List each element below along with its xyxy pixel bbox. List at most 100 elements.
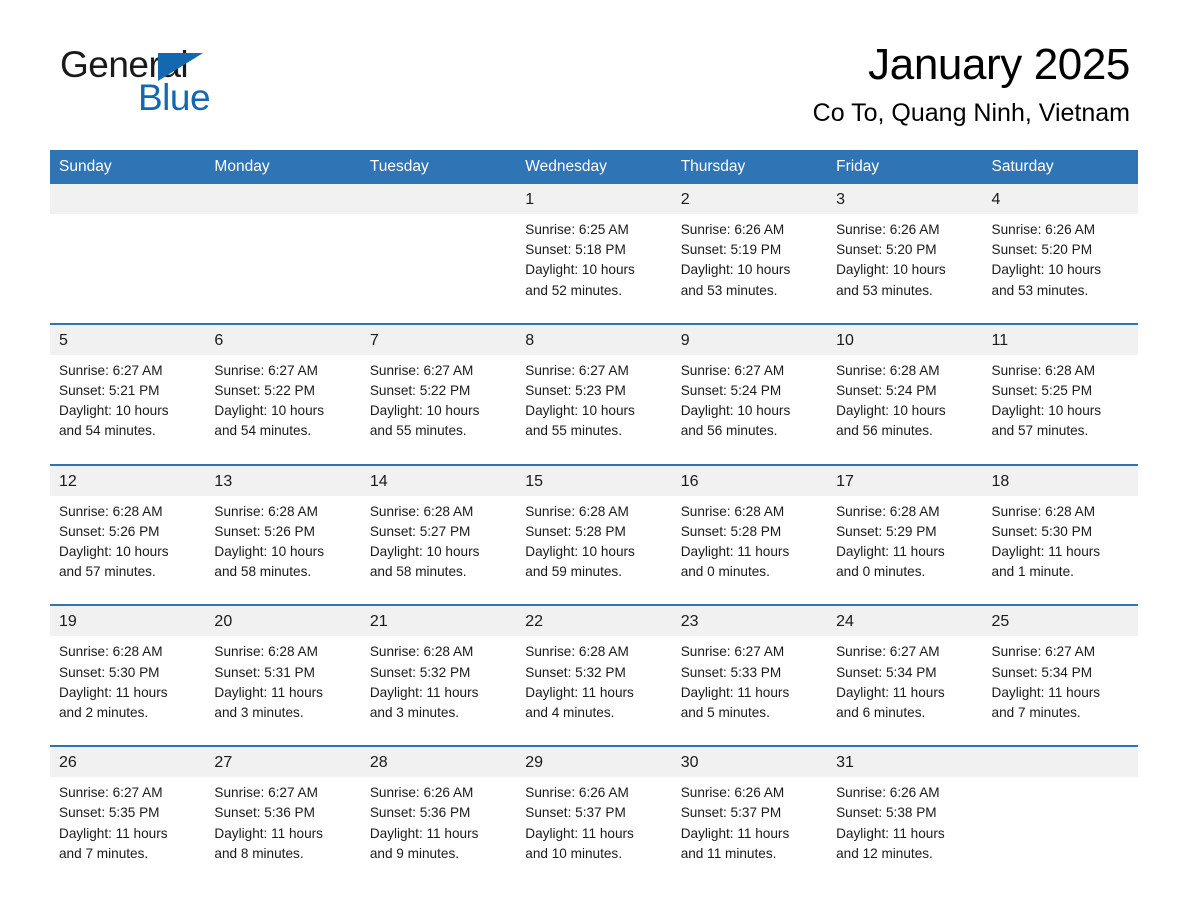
day-cell: Sunrise: 6:28 AM Sunset: 5:31 PM Dayligh… <box>205 636 361 747</box>
day-cell: Sunrise: 6:28 AM Sunset: 5:30 PM Dayligh… <box>50 636 206 747</box>
daylight-text-line1: Daylight: 11 hours <box>369 684 479 700</box>
daylight-text-line2: and 55 minutes. <box>369 423 467 439</box>
weekday-header-wednesday: Wednesday <box>516 150 672 184</box>
daylight-text-line2: and 58 minutes. <box>369 564 467 580</box>
day-number[interactable]: 5 <box>50 322 206 355</box>
day-cell: Sunrise: 6:26 AM Sunset: 5:37 PM Dayligh… <box>516 777 672 887</box>
day-cell: Sunrise: 6:28 AM Sunset: 5:26 PM Dayligh… <box>205 495 361 606</box>
day-number[interactable]: 16 <box>671 463 828 496</box>
day-cell: Sunrise: 6:27 AM Sunset: 5:36 PM Dayligh… <box>205 777 361 887</box>
sunrise-text: Sunrise: 6:28 AM <box>214 644 318 660</box>
page-subtitle: Co To, Quang Ninh, Vietnam <box>812 99 1130 127</box>
sunrise-text: Sunrise: 6:26 AM <box>369 785 474 801</box>
weekday-header-friday: Friday <box>827 150 983 184</box>
weekday-header-saturday: Saturday <box>982 150 1138 184</box>
sunset-text: Sunset: 5:35 PM <box>59 805 160 821</box>
daylight-text-line1: Daylight: 11 hours <box>836 544 945 560</box>
calendar-week: 1 2 3 4 Sunrise: 6:25 AM Sunset: 5:18 PM… <box>50 184 1138 324</box>
sunset-text: Sunset: 5:37 PM <box>525 805 626 821</box>
day-number[interactable]: 30 <box>671 745 828 778</box>
daylight-text-line1: Daylight: 10 hours <box>836 262 946 278</box>
calendar-week: 5 6 7 8 9 10 11 Sunrise: 6:27 AM Sunset:… <box>50 322 1138 465</box>
day-number[interactable] <box>205 184 361 214</box>
weekday-header-monday: Monday <box>205 150 361 184</box>
day-number[interactable]: 24 <box>827 604 983 637</box>
day-number[interactable]: 26 <box>50 745 206 778</box>
daylight-text-line2: and 0 minutes. <box>680 564 770 580</box>
day-number[interactable]: 15 <box>516 463 672 496</box>
day-number[interactable]: 19 <box>50 604 206 637</box>
day-number[interactable]: 9 <box>671 322 828 355</box>
sunrise-text: Sunrise: 6:27 AM <box>59 785 163 801</box>
sunset-text: Sunset: 5:34 PM <box>991 664 1093 680</box>
day-number[interactable]: 29 <box>516 745 672 778</box>
logo-text-blue: Blue <box>138 77 211 118</box>
day-cell <box>205 214 361 324</box>
day-number[interactable]: 22 <box>516 604 672 637</box>
page-header: General Blue January 2025 Co To, Quang N… <box>50 0 1138 150</box>
day-number[interactable]: 13 <box>205 463 361 496</box>
day-detail-row: Sunrise: 6:28 AM Sunset: 5:30 PM Dayligh… <box>50 636 1138 747</box>
daylight-text-line1: Daylight: 10 hours <box>214 403 324 419</box>
day-cell: Sunrise: 6:25 AM Sunset: 5:18 PM Dayligh… <box>516 214 672 324</box>
day-number[interactable]: 14 <box>360 463 517 496</box>
sunrise-text: Sunrise: 6:26 AM <box>836 785 940 801</box>
day-number[interactable]: 6 <box>205 322 361 355</box>
day-number[interactable]: 7 <box>360 322 517 355</box>
day-number[interactable]: 8 <box>516 322 672 355</box>
calendar-week: 12 13 14 15 16 17 18 Sunrise: 6:28 AM Su… <box>50 463 1138 606</box>
day-cell: Sunrise: 6:27 AM Sunset: 5:22 PM Dayligh… <box>360 354 517 465</box>
daylight-text-line2: and 2 minutes. <box>59 705 149 721</box>
daylight-text-line2: and 58 minutes. <box>214 564 312 580</box>
day-number[interactable]: 20 <box>205 604 361 637</box>
day-cell: Sunrise: 6:27 AM Sunset: 5:23 PM Dayligh… <box>516 354 672 465</box>
date-number-row: 5 6 7 8 9 10 11 <box>50 322 1138 355</box>
day-number[interactable]: 4 <box>982 184 1138 214</box>
daylight-text-line1: Daylight: 10 hours <box>59 403 169 419</box>
day-number[interactable]: 25 <box>982 604 1138 637</box>
day-number[interactable]: 12 <box>50 463 206 496</box>
sunrise-text: Sunrise: 6:26 AM <box>525 785 629 801</box>
sunrise-text: Sunrise: 6:25 AM <box>525 222 629 237</box>
day-number[interactable]: 11 <box>982 322 1138 355</box>
sunset-text: Sunset: 5:38 PM <box>836 805 937 821</box>
daylight-text-line1: Daylight: 11 hours <box>369 825 479 841</box>
day-cell: Sunrise: 6:28 AM Sunset: 5:32 PM Dayligh… <box>516 636 672 747</box>
sunset-text: Sunset: 5:22 PM <box>214 383 315 399</box>
weekday-header-row: Sunday Monday Tuesday Wednesday Thursday… <box>50 150 1138 184</box>
day-number[interactable] <box>50 184 206 214</box>
general-blue-logo[interactable]: General Blue <box>60 45 360 120</box>
sunset-text: Sunset: 5:24 PM <box>680 383 782 399</box>
day-number[interactable]: 2 <box>671 184 828 214</box>
day-number[interactable]: 18 <box>982 463 1138 496</box>
weekday-header-tuesday: Tuesday <box>360 150 517 184</box>
day-number[interactable]: 31 <box>827 745 983 778</box>
day-number[interactable]: 21 <box>360 604 517 637</box>
day-number[interactable]: 10 <box>827 322 983 355</box>
sunset-text: Sunset: 5:34 PM <box>836 664 937 680</box>
daylight-text-line2: and 59 minutes. <box>525 564 622 580</box>
day-number[interactable]: 23 <box>671 604 828 637</box>
day-number[interactable]: 17 <box>827 463 983 496</box>
date-number-row: 26 27 28 29 30 31 <box>50 745 1138 778</box>
day-number[interactable]: 3 <box>827 184 983 214</box>
day-cell: Sunrise: 6:27 AM Sunset: 5:21 PM Dayligh… <box>50 354 206 465</box>
day-number[interactable] <box>982 745 1138 778</box>
sunrise-text: Sunrise: 6:28 AM <box>369 644 474 660</box>
daylight-text-line1: Daylight: 11 hours <box>59 684 168 700</box>
calendar-page: General Blue January 2025 Co To, Quang N… <box>0 0 1188 918</box>
day-number[interactable]: 28 <box>360 745 517 778</box>
daylight-text-line1: Daylight: 10 hours <box>525 403 635 419</box>
daylight-text-line2: and 1 minute. <box>991 564 1074 580</box>
day-number[interactable] <box>360 184 517 214</box>
sunrise-text: Sunrise: 6:28 AM <box>525 503 629 519</box>
day-detail-row: Sunrise: 6:25 AM Sunset: 5:18 PM Dayligh… <box>50 214 1138 324</box>
day-detail-row: Sunrise: 6:28 AM Sunset: 5:26 PM Dayligh… <box>50 495 1138 606</box>
sunset-text: Sunset: 5:30 PM <box>59 664 160 680</box>
day-number[interactable]: 27 <box>205 745 361 778</box>
sunset-text: Sunset: 5:25 PM <box>991 383 1093 399</box>
day-number[interactable]: 1 <box>516 184 672 214</box>
day-cell <box>50 214 206 324</box>
day-detail-row: Sunrise: 6:27 AM Sunset: 5:21 PM Dayligh… <box>50 354 1138 465</box>
sunrise-text: Sunrise: 6:28 AM <box>991 362 1096 378</box>
